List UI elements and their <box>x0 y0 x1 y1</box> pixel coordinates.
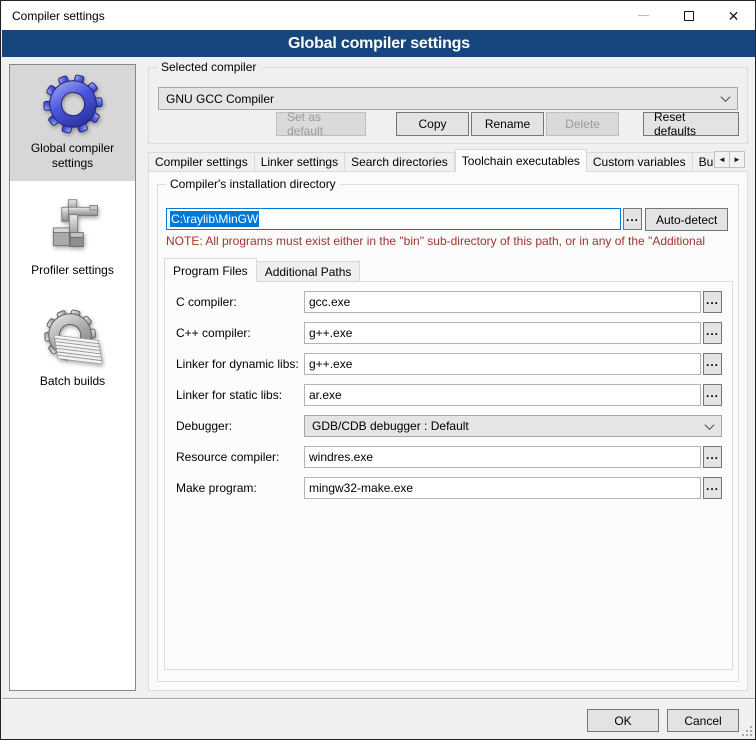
static-linker-browse-button[interactable]: ... <box>703 384 722 406</box>
make-program-row: Make program: ... <box>176 477 722 499</box>
chevron-down-icon <box>705 420 715 430</box>
debugger-label: Debugger: <box>176 419 304 433</box>
caliper-icon <box>43 195 103 257</box>
close-button[interactable]: ✕ <box>711 1 756 30</box>
toolchain-executables-page: Compiler's installation directory C:\ray… <box>148 171 748 691</box>
copy-button[interactable]: Copy <box>396 112 469 136</box>
set-as-default-button[interactable]: Set as default <box>276 112 366 136</box>
program-files-subtabs: Program Files Additional Paths <box>164 258 360 282</box>
footer-divider <box>2 698 756 700</box>
sidebar-item-batch-builds[interactable]: Batch builds <box>10 298 135 399</box>
installation-directory-group: Compiler's installation directory C:\ray… <box>157 184 739 682</box>
reset-defaults-button[interactable]: Reset defaults <box>643 112 739 136</box>
tab-scroll-right-button[interactable]: ► <box>729 151 745 168</box>
sidebar-item-profiler-settings[interactable]: Profiler settings <box>10 187 135 288</box>
titlebar: Compiler settings ✕ <box>2 1 756 30</box>
resource-compiler-label: Resource compiler: <box>176 450 304 464</box>
compiler-action-buttons: Set as default Copy Rename Delete Reset … <box>276 112 739 136</box>
installation-directory-input[interactable]: C:\raylib\MinGW <box>166 208 621 230</box>
dynamic-linker-input[interactable] <box>304 353 701 375</box>
minimize-icon <box>638 15 649 16</box>
close-icon: ✕ <box>728 9 740 23</box>
static-linker-row: Linker for static libs: ... <box>176 384 722 406</box>
installation-directory-value: C:\raylib\MinGW <box>170 211 259 227</box>
cpp-compiler-label: C++ compiler: <box>176 326 304 340</box>
c-compiler-browse-button[interactable]: ... <box>703 291 722 313</box>
dialog-header: Global compiler settings <box>2 30 756 57</box>
debugger-value: GDB/CDB debugger : Default <box>312 419 706 433</box>
tab-toolchain-executables[interactable]: Toolchain executables <box>455 149 587 172</box>
resize-grip[interactable] <box>742 726 752 736</box>
tab-build-options[interactable]: Build options <box>693 152 715 172</box>
gear-blue-icon <box>42 73 104 135</box>
chevron-down-icon <box>721 92 731 102</box>
sidebar-item-label: Global compiler settings <box>14 141 131 171</box>
installation-directory-group-label: Compiler's installation directory <box>166 177 340 191</box>
browse-directory-button[interactable]: ... <box>623 208 642 230</box>
ok-button[interactable]: OK <box>587 709 659 732</box>
delete-button[interactable]: Delete <box>546 112 619 136</box>
rename-button[interactable]: Rename <box>471 112 544 136</box>
tab-scroll-left-button[interactable]: ◄ <box>714 151 730 168</box>
program-files-panel: C compiler: ... C++ compiler: ... Linker… <box>164 281 733 670</box>
settings-tabstrip: Compiler settings Linker settings Search… <box>148 149 715 172</box>
tab-compiler-settings[interactable]: Compiler settings <box>148 152 255 172</box>
cancel-button[interactable]: Cancel <box>667 709 739 732</box>
settings-category-list: Global compiler settings <box>9 64 136 691</box>
static-linker-label: Linker for static libs: <box>176 388 304 402</box>
window-title: Compiler settings <box>2 9 105 23</box>
selected-compiler-dropdown[interactable]: GNU GCC Compiler <box>158 87 738 110</box>
make-program-label: Make program: <box>176 481 304 495</box>
tab-search-directories[interactable]: Search directories <box>345 152 455 172</box>
debugger-row: Debugger: GDB/CDB debugger : Default <box>176 415 722 437</box>
sidebar-item-label: Batch builds <box>40 374 105 389</box>
subtab-additional-paths[interactable]: Additional Paths <box>257 261 361 282</box>
subtab-program-files[interactable]: Program Files <box>164 258 257 282</box>
make-program-input[interactable] <box>304 477 701 499</box>
arrow-right-icon: ► <box>733 155 741 164</box>
maximize-button[interactable] <box>666 1 711 30</box>
selected-compiler-group: Selected compiler GNU GCC Compiler Set a… <box>148 67 748 144</box>
resource-compiler-row: Resource compiler: ... <box>176 446 722 468</box>
tab-scroll-buttons: ◄ ► <box>715 151 745 168</box>
dynamic-linker-row: Linker for dynamic libs: ... <box>176 353 722 375</box>
gear-stack-icon <box>41 306 105 368</box>
arrow-left-icon: ◄ <box>718 155 726 164</box>
c-compiler-label: C compiler: <box>176 295 304 309</box>
dialog-header-title: Global compiler settings <box>288 35 470 53</box>
auto-detect-button[interactable]: Auto-detect <box>645 208 728 231</box>
sidebar-item-global-compiler-settings[interactable]: Global compiler settings <box>10 65 135 181</box>
minimize-button[interactable] <box>621 1 666 30</box>
installation-directory-row: C:\raylib\MinGW ... Auto-detect <box>166 208 730 231</box>
cpp-compiler-browse-button[interactable]: ... <box>703 322 722 344</box>
titlebar-controls: ✕ <box>621 1 756 30</box>
cpp-compiler-input[interactable] <box>304 322 701 344</box>
cpp-compiler-row: C++ compiler: ... <box>176 322 722 344</box>
sidebar-item-label: Profiler settings <box>31 263 114 278</box>
dynamic-linker-browse-button[interactable]: ... <box>703 353 722 375</box>
compiler-settings-dialog: Compiler settings ✕ Global compiler sett… <box>0 0 756 740</box>
selected-compiler-group-label: Selected compiler <box>157 60 260 74</box>
resource-compiler-input[interactable] <box>304 446 701 468</box>
maximize-icon <box>684 11 694 21</box>
dynamic-linker-label: Linker for dynamic libs: <box>176 357 304 371</box>
selected-compiler-value: GNU GCC Compiler <box>166 92 722 106</box>
c-compiler-row: C compiler: ... <box>176 291 722 313</box>
tab-linker-settings[interactable]: Linker settings <box>255 152 345 172</box>
static-linker-input[interactable] <box>304 384 701 406</box>
c-compiler-input[interactable] <box>304 291 701 313</box>
make-program-browse-button[interactable]: ... <box>703 477 722 499</box>
resource-compiler-browse-button[interactable]: ... <box>703 446 722 468</box>
debugger-dropdown[interactable]: GDB/CDB debugger : Default <box>304 415 722 437</box>
tab-custom-variables[interactable]: Custom variables <box>587 152 693 172</box>
note-text: NOTE: All programs must exist either in … <box>166 234 736 248</box>
